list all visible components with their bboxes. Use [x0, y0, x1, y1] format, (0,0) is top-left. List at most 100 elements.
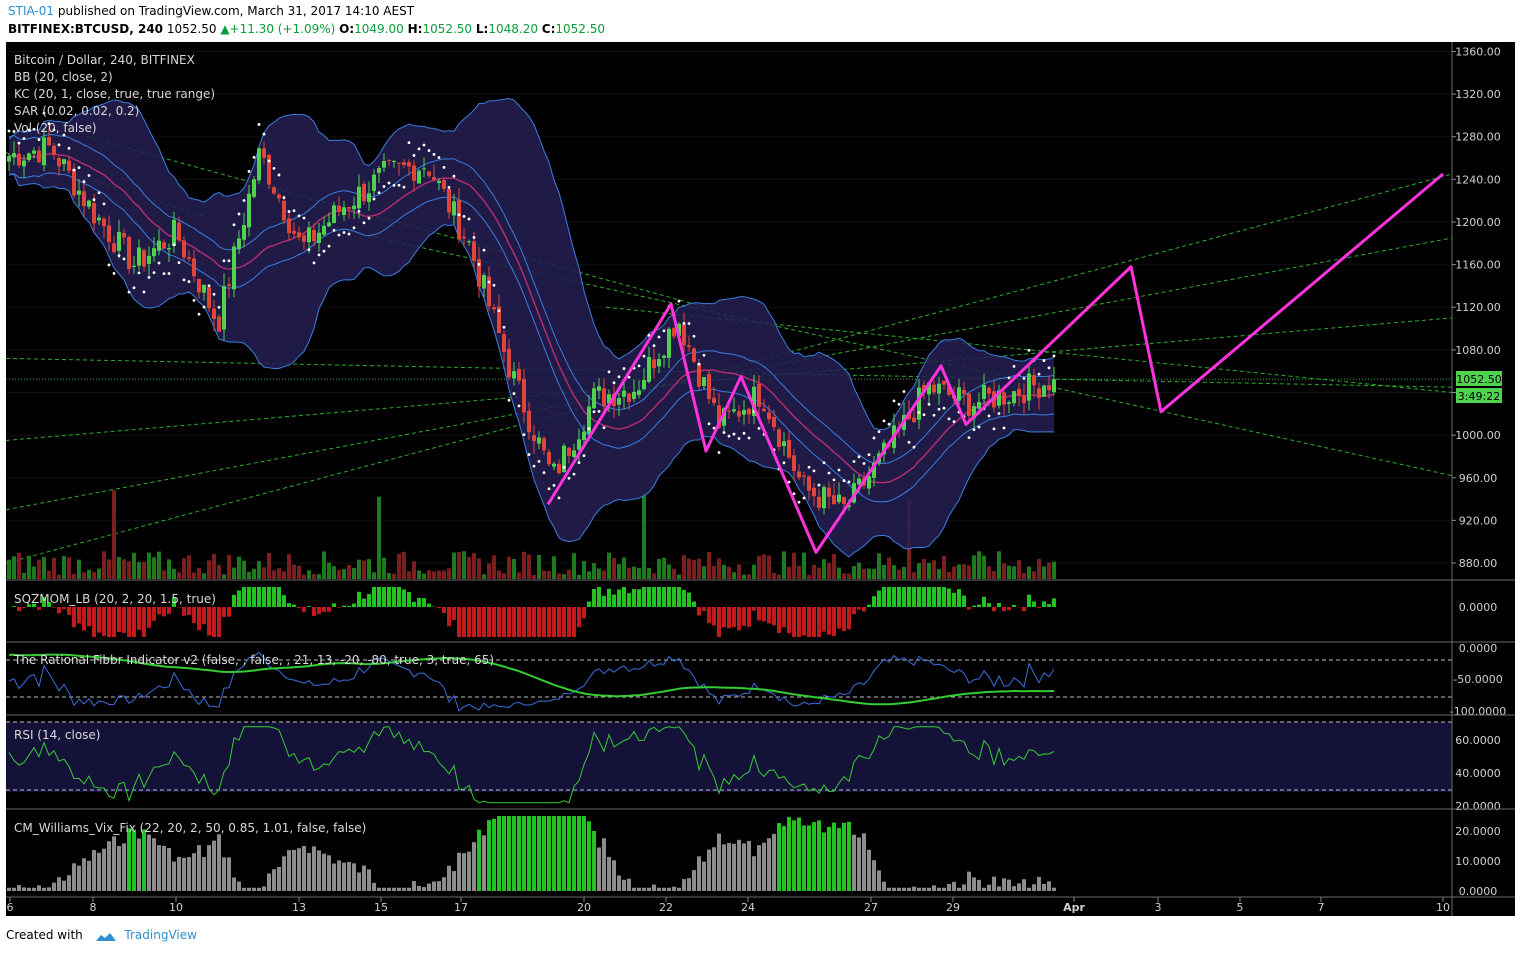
pane-title-sqzmom[interactable]: SQZMOM_LB (20, 2, 20, 1.5, true) [14, 592, 216, 606]
candle-body[interactable] [222, 286, 226, 330]
candle-body[interactable] [392, 161, 396, 163]
pane-title-fibbr[interactable]: The Rational Fibbr Indicator v2 (false, … [13, 653, 494, 667]
candle-body[interactable] [777, 429, 781, 447]
candle-body[interactable] [667, 328, 671, 358]
candle-body[interactable] [317, 232, 321, 243]
candle-body[interactable] [1012, 391, 1016, 404]
candle-body[interactable] [217, 316, 221, 332]
candle-body[interactable] [22, 160, 26, 167]
candle-body[interactable] [742, 410, 746, 415]
candle-body[interactable] [337, 205, 341, 212]
candle-body[interactable] [557, 463, 561, 474]
legend-bb[interactable]: BB (20, close, 2) [14, 70, 113, 84]
candle-body[interactable] [232, 246, 236, 290]
candle-body[interactable] [292, 230, 296, 234]
pane-title-rsi[interactable]: RSI (14, close) [14, 728, 100, 742]
candle-body[interactable] [52, 145, 56, 155]
candle-body[interactable] [397, 162, 401, 164]
candle-body[interactable] [17, 153, 21, 166]
candle-body[interactable] [287, 218, 291, 234]
candle-body[interactable] [297, 232, 301, 238]
candle-body[interactable] [707, 374, 711, 399]
candle-body[interactable] [937, 383, 941, 394]
candle-body[interactable] [762, 408, 766, 412]
candle-body[interactable] [1047, 385, 1051, 391]
candle-body[interactable] [352, 205, 356, 210]
candle-body[interactable] [822, 487, 826, 509]
chart-area[interactable]: 0.0000 0.0000 -50.0000 -100.0000 60.0000 40.0… [5, 42, 1515, 916]
candle-body[interactable] [107, 225, 111, 242]
candle-body[interactable] [67, 160, 71, 171]
candle-body[interactable] [367, 193, 371, 202]
candle-body[interactable] [372, 174, 376, 191]
candle-body[interactable] [212, 308, 216, 320]
candle-body[interactable] [157, 240, 161, 251]
candle-body[interactable] [812, 487, 816, 497]
candle-body[interactable] [1002, 392, 1006, 405]
candle-body[interactable] [547, 452, 551, 465]
candle-body[interactable] [727, 410, 731, 412]
candle-body[interactable] [467, 241, 471, 243]
candle-body[interactable] [57, 157, 61, 167]
candle-body[interactable] [262, 148, 266, 158]
candle-body[interactable] [47, 137, 51, 146]
candle-body[interactable] [437, 180, 441, 183]
candle-body[interactable] [542, 438, 546, 451]
candle-body[interactable] [567, 447, 571, 456]
candle-body[interactable] [252, 179, 256, 197]
candle-body[interactable] [457, 200, 461, 240]
candle-body[interactable] [782, 441, 786, 447]
candle-body[interactable] [382, 160, 386, 168]
candle-body[interactable] [702, 377, 706, 387]
candle-body[interactable] [32, 150, 36, 154]
candle-body[interactable] [832, 495, 836, 505]
candle-body[interactable] [132, 265, 136, 267]
candle-body[interactable] [602, 388, 606, 406]
candle-body[interactable] [167, 247, 171, 250]
candle-body[interactable] [1022, 395, 1026, 404]
candle-body[interactable] [122, 232, 126, 238]
candle-body[interactable] [552, 463, 556, 467]
candle-body[interactable] [527, 410, 531, 433]
candle-body[interactable] [627, 393, 631, 402]
candle-body[interactable] [447, 188, 451, 213]
candle-body[interactable] [87, 200, 91, 207]
candle-body[interactable] [207, 287, 211, 309]
candle-body[interactable] [592, 388, 596, 409]
candle-body[interactable] [92, 203, 96, 224]
candle-body[interactable] [682, 324, 686, 346]
candle-body[interactable] [597, 386, 601, 391]
candle-body[interactable] [282, 200, 286, 221]
candle-body[interactable] [42, 137, 46, 166]
candle-body[interactable] [942, 380, 946, 385]
candle-body[interactable] [732, 409, 736, 412]
candle-body[interactable] [632, 391, 636, 399]
candle-body[interactable] [257, 148, 261, 181]
candle-body[interactable] [517, 369, 521, 381]
candle-body[interactable] [842, 496, 846, 504]
candle-body[interactable] [522, 378, 526, 413]
candle-body[interactable] [327, 222, 331, 227]
candle-body[interactable] [772, 416, 776, 428]
candle-body[interactable] [432, 177, 436, 180]
candle-body[interactable] [647, 356, 651, 382]
candle-body[interactable] [27, 153, 31, 161]
candle-body[interactable] [792, 455, 796, 471]
candle-body[interactable] [97, 217, 101, 221]
candle-body[interactable] [152, 248, 156, 257]
candle-body[interactable] [747, 408, 751, 415]
candle-body[interactable] [182, 240, 186, 258]
candle-body[interactable] [837, 494, 841, 503]
candle-body[interactable] [387, 160, 391, 162]
legend-vol[interactable]: Vol (20, false) [14, 121, 97, 135]
candle-body[interactable] [827, 487, 831, 497]
candle-body[interactable] [912, 417, 916, 423]
candle-body[interactable] [642, 379, 646, 390]
candle-body[interactable] [932, 384, 936, 393]
candle-body[interactable] [1017, 388, 1021, 396]
candle-body[interactable] [657, 359, 661, 367]
candle-body[interactable] [147, 255, 151, 264]
candle-body[interactable] [787, 439, 791, 458]
candle-body[interactable] [452, 201, 456, 216]
pane-title-vixfix[interactable]: CM_Williams_Vix_Fix (22, 20, 2, 50, 0.85… [14, 821, 366, 835]
